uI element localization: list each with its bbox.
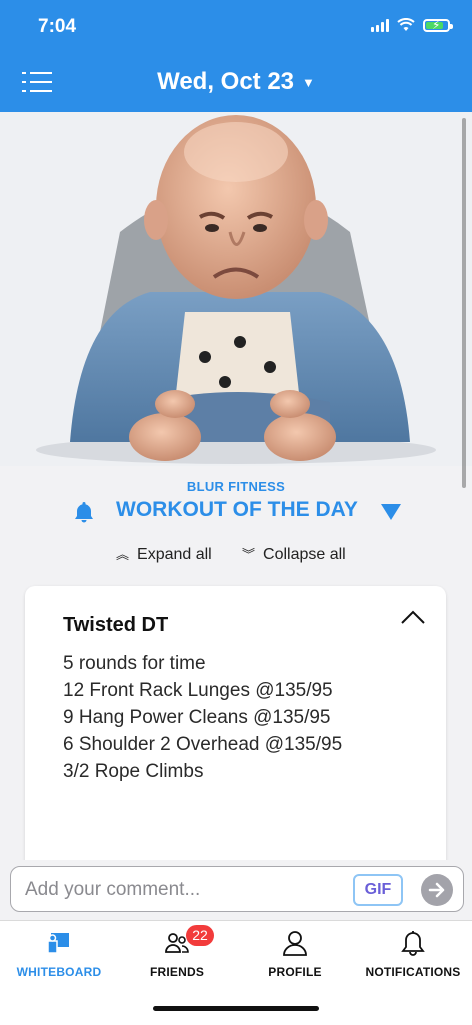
gif-button[interactable]: GIF	[353, 874, 403, 906]
whiteboard-icon	[47, 933, 69, 954]
friends-badge: 22	[186, 925, 214, 946]
workout-line: 12 Front Rack Lunges @135/95	[63, 680, 333, 701]
status-time: 7:04	[38, 16, 77, 37]
workout-line: 9 Hang Power Cleans @135/95	[63, 707, 331, 728]
tab-label: FRIENDS	[149, 965, 205, 979]
collapse-all-label: Collapse all	[263, 546, 346, 563]
home-indicator[interactable]	[153, 1006, 319, 1011]
double-chevron-up-icon: ︽	[116, 547, 130, 562]
workout-description: 5 rounds for time 12 Front Rack Lunges @…	[63, 650, 342, 785]
gym-name: BLUR FITNESS	[186, 479, 286, 494]
tab-label: PROFILE	[268, 965, 322, 979]
comment-input[interactable]: Add your comment... GIF	[10, 866, 464, 912]
expand-all-label: Expand all	[137, 546, 212, 563]
section-title: WORKOUT OF THE DAY	[116, 498, 358, 521]
workout-card: Twisted DT 5 rounds for time 12 Front Ra…	[25, 586, 446, 886]
arrow-right-icon	[428, 882, 445, 898]
workout-line: 5 rounds for time	[63, 653, 206, 674]
hero-photo	[0, 112, 472, 466]
comment-bar: Add your comment... GIF	[0, 860, 472, 920]
bell-icon	[401, 931, 425, 956]
expand-all-button[interactable]: ︽ Expand all	[116, 544, 212, 564]
comment-placeholder: Add your comment...	[25, 879, 201, 900]
workout-line: 6 Shoulder 2 Overhead @135/95	[63, 734, 343, 755]
tab-label: NOTIFICATIONS	[365, 965, 461, 979]
battery-icon: ⚡	[423, 18, 453, 32]
chevron-up-icon[interactable]	[400, 608, 426, 626]
caret-down-icon: ▼	[302, 75, 315, 91]
bell-icon[interactable]	[72, 500, 96, 524]
send-button[interactable]	[421, 874, 453, 906]
date-selector[interactable]: Wed, Oct 23 ▼	[0, 68, 472, 96]
triangle-down-icon[interactable]	[380, 502, 402, 522]
tab-friends[interactable]: 22 FRIENDS	[118, 921, 236, 991]
profile-icon	[283, 931, 307, 956]
signal-icon	[371, 18, 389, 32]
workout-title: Twisted DT	[63, 614, 169, 636]
tab-label: WHITEBOARD	[16, 965, 102, 979]
collapse-all-button[interactable]: ︾ Collapse all	[242, 544, 346, 564]
tab-notifications[interactable]: NOTIFICATIONS	[354, 921, 472, 991]
hero-image	[0, 112, 472, 466]
top-bar: 7:04 ⚡ Wed, Oct 23 ▼	[0, 0, 472, 112]
double-chevron-down-icon: ︾	[242, 547, 256, 562]
scroll-indicator[interactable]	[462, 118, 466, 488]
status-icons: ⚡	[371, 18, 453, 32]
wifi-icon	[397, 18, 415, 31]
workout-line: 3/2 Rope Climbs	[63, 761, 204, 782]
wod-header: WORKOUT OF THE DAY	[0, 498, 472, 528]
tab-profile[interactable]: PROFILE	[236, 921, 354, 991]
tab-whiteboard[interactable]: WHITEBOARD	[0, 921, 118, 991]
date-label: Wed, Oct 23	[157, 68, 295, 95]
